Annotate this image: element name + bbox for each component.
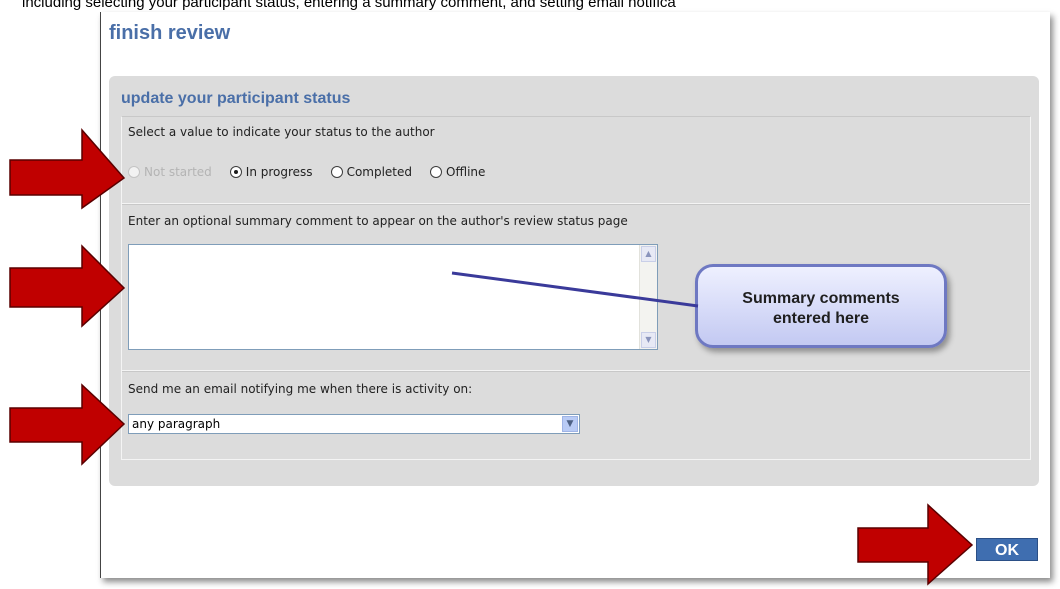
summary-comment-callout: Summary comments entered here bbox=[695, 264, 947, 348]
ok-button[interactable]: OK bbox=[976, 538, 1038, 561]
radio-label: Completed bbox=[346, 165, 413, 179]
dialog-title: finish review bbox=[109, 22, 231, 44]
email-label: Send me an email notifying me when there… bbox=[128, 382, 473, 396]
comment-label: Enter an optional summary comment to app… bbox=[128, 214, 628, 228]
status-radio-group: Not started In progress Completed Offlin… bbox=[128, 165, 485, 179]
scroll-down-icon[interactable]: ▼ bbox=[641, 332, 656, 348]
radio-not-started: Not started bbox=[128, 165, 212, 179]
chevron-down-icon[interactable]: ▼ bbox=[562, 416, 578, 432]
radio-offline[interactable]: Offline bbox=[430, 165, 485, 179]
radio-completed[interactable]: Completed bbox=[330, 165, 413, 179]
textarea-scrollbar[interactable]: ▲ ▼ bbox=[639, 245, 657, 349]
callout-line-2: entered here bbox=[772, 310, 870, 327]
radio-circle[interactable] bbox=[430, 166, 443, 178]
status-row: Select a value to indicate your status t… bbox=[122, 117, 1030, 204]
summary-comment-textarea[interactable]: ▲ ▼ bbox=[128, 244, 658, 350]
radio-in-progress[interactable]: In progress bbox=[229, 165, 313, 179]
callout-line-1: Summary comments bbox=[742, 290, 900, 307]
email-activity-select[interactable]: any paragraph ▼ bbox=[128, 414, 580, 434]
radio-label: Offline bbox=[446, 165, 486, 179]
status-label: Select a value to indicate your status t… bbox=[128, 125, 435, 139]
radio-circle[interactable] bbox=[229, 166, 242, 178]
radio-circle[interactable] bbox=[330, 166, 343, 178]
email-row: Send me an email notifying me when there… bbox=[122, 371, 1030, 458]
radio-circle bbox=[128, 166, 140, 178]
radio-label: In progress bbox=[245, 165, 313, 179]
section-title: update your participant status bbox=[121, 90, 351, 107]
scroll-up-icon[interactable]: ▲ bbox=[641, 246, 656, 262]
select-value: any paragraph bbox=[132, 417, 221, 431]
radio-label: Not started bbox=[144, 165, 212, 179]
tutorial-caption: including selecting your participant sta… bbox=[22, 0, 676, 11]
